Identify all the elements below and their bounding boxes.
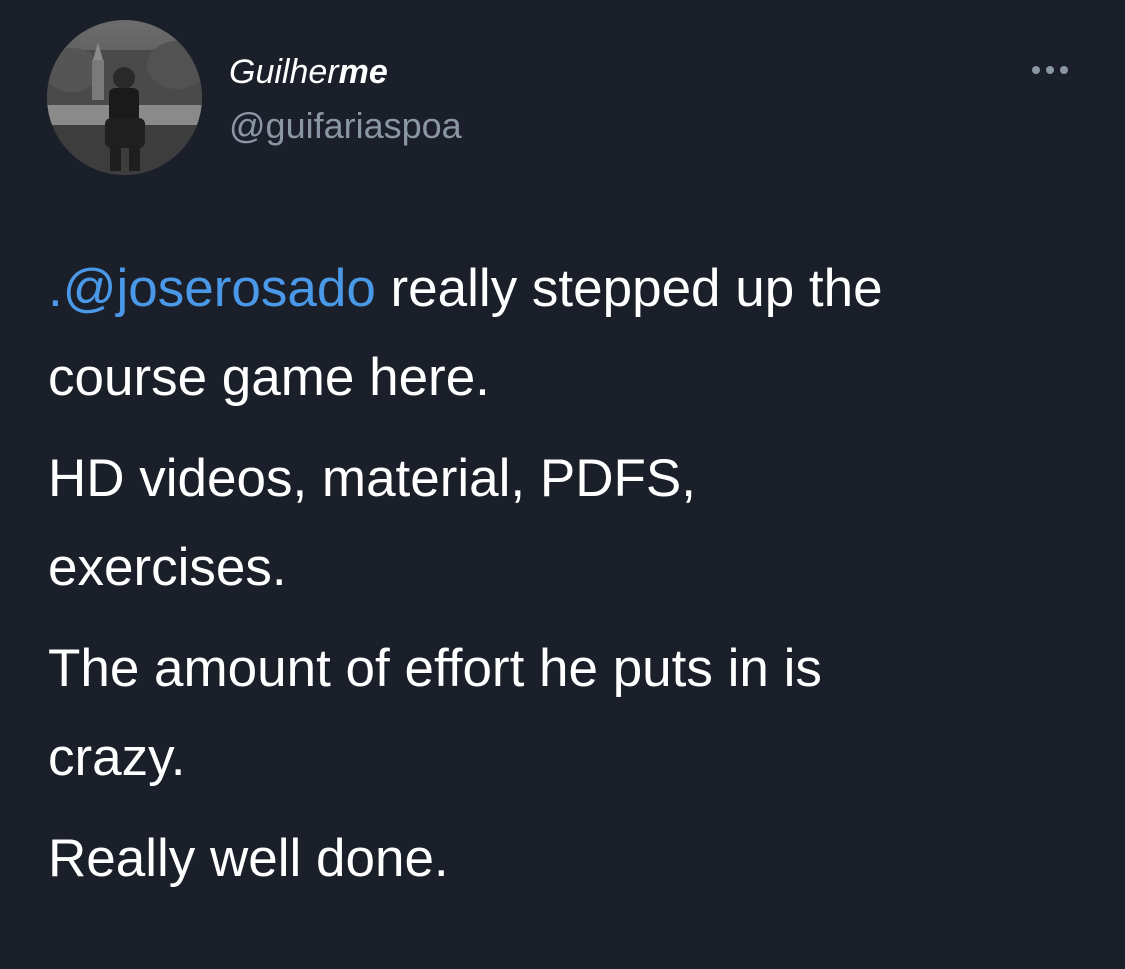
mention-link[interactable]: .@joserosado [48,259,376,318]
tweet-line-4-text: exercises. [48,538,287,597]
tweet-card: Guilherme @guifariaspoa .@joserosado rea… [0,0,1125,969]
author-name-first: Guilher [229,53,339,91]
tweet-paragraph-1: .@joserosado really stepped up the cours… [48,244,1088,422]
more-options-button[interactable] [1022,58,1078,82]
author-name[interactable]: Guilherme [229,52,388,92]
tweet-line-5-text: The amount of effort he puts in is [48,639,822,698]
tweet-text: .@joserosado really stepped up the cours… [48,244,1088,915]
author-avatar[interactable] [47,20,202,175]
tweet-line-2-text: course game here. [48,348,490,407]
tweet-line-3-text: HD videos, material, PDFS, [48,449,696,508]
more-dots-icon [1032,66,1068,74]
tweet-paragraph-2: HD videos, material, PDFS, exercises. [48,434,1088,612]
tweet-paragraph-4: Really well done. [48,814,1088,903]
author-name-second: me [338,53,388,91]
tweet-line-7-text: Really well done. [48,829,449,888]
author-handle[interactable]: @guifariaspoa [229,105,462,147]
tweet-line-1-text: really stepped up the [375,259,883,318]
tweet-paragraph-3: The amount of effort he puts in is crazy… [48,624,1088,802]
tweet-line-6-text: crazy. [48,728,186,787]
